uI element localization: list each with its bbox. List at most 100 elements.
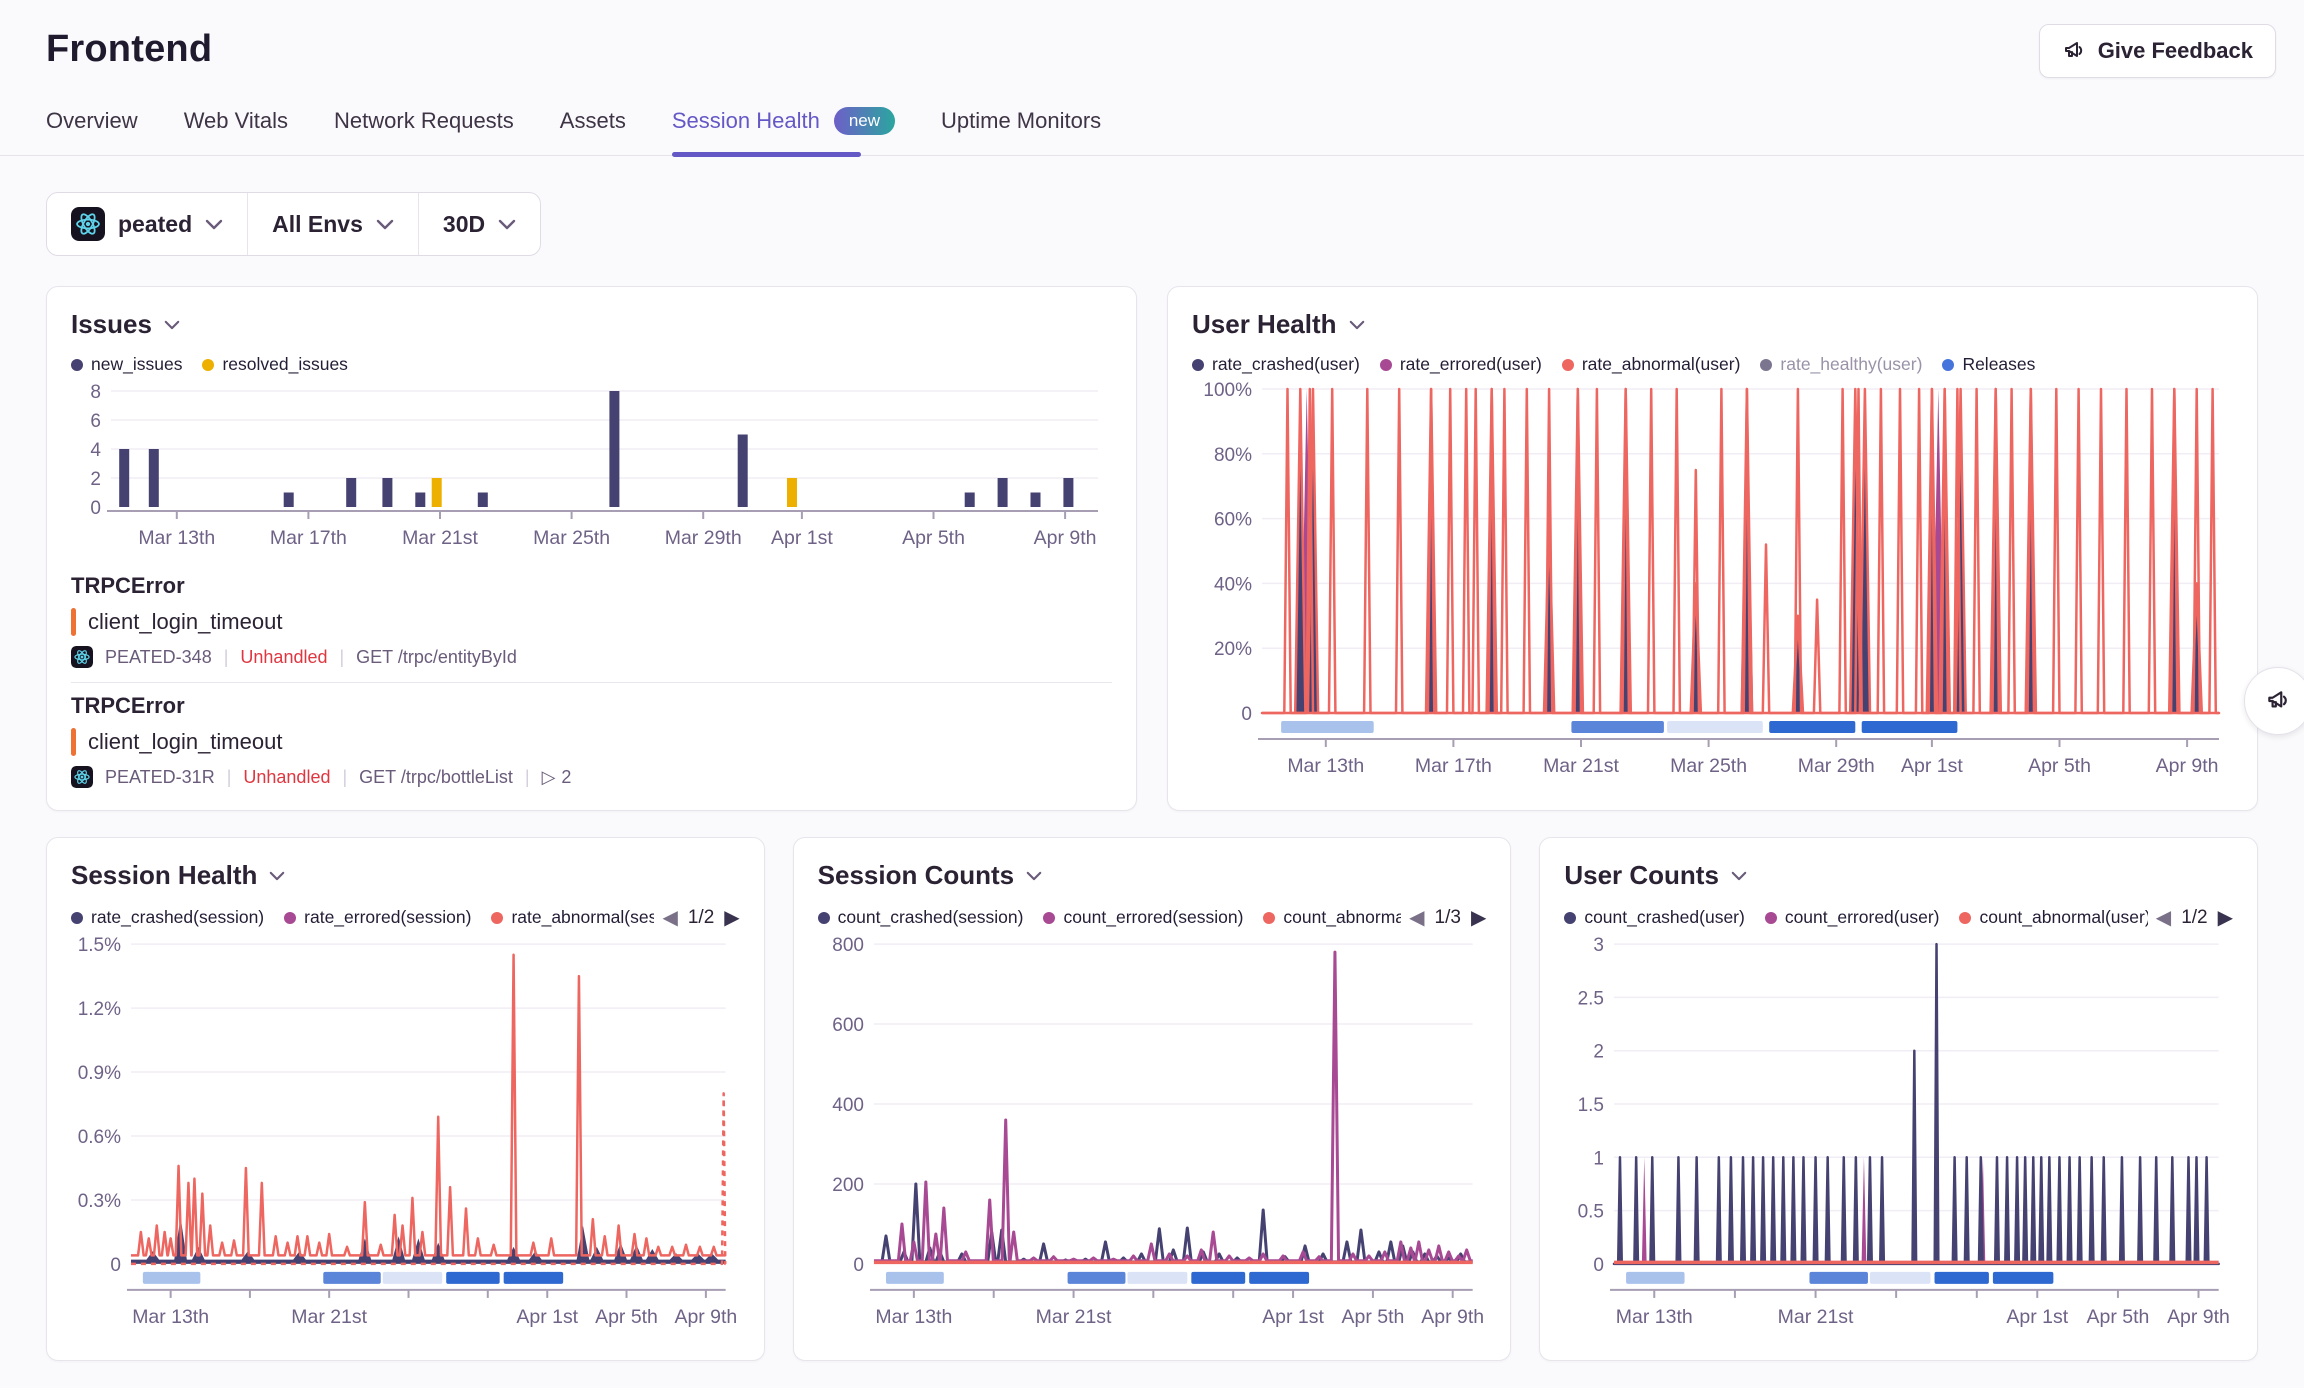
svg-text:0.3%: 0.3% — [78, 1191, 121, 1212]
legend-dot — [1564, 912, 1576, 924]
tab-overview[interactable]: Overview — [46, 107, 138, 155]
legend-rate-crashed-user[interactable]: rate_crashed(user) — [1192, 354, 1360, 375]
svg-text:Mar 17th: Mar 17th — [270, 527, 347, 549]
legend-rate-abnormal-user[interactable]: rate_abnormal(user) — [1562, 354, 1741, 375]
legend-resolved-issues[interactable]: resolved_issues — [202, 354, 347, 375]
legend-releases[interactable]: Releases — [1942, 354, 2035, 375]
legend-rate-abnormal-session[interactable]: rate_abnormal(session) — [491, 907, 654, 928]
pager-next-icon[interactable]: ▶ — [1471, 905, 1486, 930]
user-health-chart[interactable]: 020%40%60%80%100%Mar 13thMar 17thMar 21s… — [1192, 379, 2233, 779]
pager-next-icon[interactable]: ▶ — [724, 905, 739, 930]
svg-text:Mar 13th: Mar 13th — [138, 527, 215, 549]
issue-type[interactable]: TRPCError — [71, 573, 1112, 599]
svg-text:400: 400 — [832, 1095, 864, 1116]
issue-row[interactable]: TRPCError client_login_timeout PEATED-34… — [71, 563, 1112, 682]
legend-dot — [71, 912, 83, 924]
legend-dot — [1380, 359, 1392, 371]
pager-page: 1/2 — [2181, 907, 2207, 929]
tab-bar: Overview Web Vitals Network Requests Ass… — [0, 71, 2304, 156]
svg-text:Mar 13th: Mar 13th — [1287, 755, 1364, 777]
session-counts-panel-title[interactable]: Session Counts — [818, 860, 1487, 891]
legend-rate-errored-session[interactable]: rate_errored(session) — [284, 907, 471, 928]
page-header: Frontend Give Feedback — [0, 0, 2304, 71]
svg-text:40%: 40% — [1214, 574, 1252, 595]
svg-text:Mar 17th: Mar 17th — [1415, 755, 1492, 777]
issues-panel: Issues new_issues resolved_issues 02468M… — [46, 286, 1137, 811]
legend-rate-errored-user[interactable]: rate_errored(user) — [1380, 354, 1542, 375]
user-counts-panel: User Counts count_crashed(user) count_er… — [1539, 837, 2258, 1361]
svg-text:1: 1 — [1594, 1148, 1605, 1169]
svg-text:Mar 21st: Mar 21st — [291, 1306, 367, 1328]
svg-text:Apr 1st: Apr 1st — [2007, 1306, 2069, 1328]
project-selector[interactable]: peated — [47, 193, 247, 255]
svg-text:0: 0 — [1241, 704, 1252, 725]
chevron-down-icon — [1349, 320, 1365, 330]
svg-text:Mar 13th: Mar 13th — [1616, 1306, 1693, 1328]
svg-text:0.9%: 0.9% — [78, 1063, 121, 1084]
svg-text:Mar 13th: Mar 13th — [132, 1306, 209, 1328]
legend-count-abnormal-user[interactable]: count_abnormal(user) — [1959, 907, 2147, 928]
svg-text:Mar 29th: Mar 29th — [1798, 755, 1875, 777]
issue-replay-count[interactable]: ▷ 2 — [542, 767, 572, 788]
legend-count-crashed-user[interactable]: count_crashed(user) — [1564, 907, 1745, 928]
legend-count-errored-session[interactable]: count_errored(session) — [1043, 907, 1243, 928]
feedback-fab[interactable] — [2244, 667, 2304, 735]
give-feedback-button[interactable]: Give Feedback — [2039, 24, 2276, 78]
tab-uptime-monitors[interactable]: Uptime Monitors — [941, 107, 1101, 155]
error-level-bar — [71, 728, 76, 756]
legend-dot — [1562, 359, 1574, 371]
svg-text:0: 0 — [110, 1255, 121, 1276]
legend-count-errored-user[interactable]: count_errored(user) — [1765, 907, 1940, 928]
pager-page: 1/2 — [688, 907, 714, 929]
svg-text:800: 800 — [832, 935, 864, 956]
svg-text:600: 600 — [832, 1015, 864, 1036]
tab-web-vitals[interactable]: Web Vitals — [184, 107, 288, 155]
user-health-panel: User Health rate_crashed(user) rate_erro… — [1167, 286, 2258, 811]
svg-text:0: 0 — [90, 498, 101, 519]
svg-text:60%: 60% — [1214, 510, 1252, 531]
legend-rate-healthy-user[interactable]: rate_healthy(user) — [1760, 354, 1922, 375]
user-counts-panel-title[interactable]: User Counts — [1564, 860, 2233, 891]
legend-dot — [1942, 359, 1954, 371]
svg-text:1.5%: 1.5% — [78, 935, 121, 956]
svg-text:Apr 5th: Apr 5th — [902, 527, 965, 549]
user-counts-legend: count_crashed(user) count_errored(user) … — [1564, 907, 2147, 928]
pager-prev-icon[interactable]: ◀ — [2156, 905, 2171, 930]
session-counts-chart[interactable]: 0200400600800Mar 13thMar 21stApr 1stApr … — [818, 934, 1487, 1330]
legend-count-crashed-session[interactable]: count_crashed(session) — [818, 907, 1024, 928]
user-health-legend: rate_crashed(user) rate_errored(user) ra… — [1192, 354, 2233, 375]
filter-bar: peated All Envs 30D — [46, 192, 541, 256]
page-title: Frontend — [46, 28, 2258, 71]
pager-prev-icon[interactable]: ◀ — [1409, 905, 1424, 930]
svg-text:0.6%: 0.6% — [78, 1127, 121, 1148]
tab-network-requests[interactable]: Network Requests — [334, 107, 514, 155]
user-health-panel-title[interactable]: User Health — [1192, 309, 2233, 340]
legend-new-issues[interactable]: new_issues — [71, 354, 182, 375]
give-feedback-label: Give Feedback — [2098, 38, 2253, 64]
issue-message: client_login_timeout — [88, 729, 282, 755]
session-health-panel-title[interactable]: Session Health — [71, 860, 740, 891]
pager-next-icon[interactable]: ▶ — [2218, 905, 2233, 930]
pager-prev-icon[interactable]: ◀ — [662, 905, 677, 930]
legend-dot — [1263, 912, 1275, 924]
issue-type[interactable]: TRPCError — [71, 693, 1112, 719]
session-health-chart[interactable]: 00.3%0.6%0.9%1.2%1.5%Mar 13thMar 21stApr… — [71, 934, 740, 1330]
issues-bar-chart[interactable]: 02468Mar 13thMar 17thMar 21stMar 25thMar… — [71, 381, 1112, 551]
tab-session-health[interactable]: Session Health new — [672, 107, 895, 155]
legend-rate-crashed-session[interactable]: rate_crashed(session) — [71, 907, 264, 928]
issue-short-id: PEATED-31R — [105, 767, 215, 788]
chevron-down-icon — [498, 219, 516, 230]
tab-assets[interactable]: Assets — [560, 107, 626, 155]
svg-text:Apr 1st: Apr 1st — [1901, 755, 1963, 777]
svg-text:2: 2 — [1594, 1042, 1605, 1063]
period-selector[interactable]: 30D — [418, 193, 540, 255]
user-counts-chart[interactable]: 00.511.522.53Mar 13thMar 21stApr 1stApr … — [1564, 934, 2233, 1330]
legend-count-abnormal-session[interactable]: count_abnormal(session) — [1263, 907, 1401, 928]
issue-transaction: GET /trpc/entityById — [356, 647, 517, 668]
svg-text:Mar 25th: Mar 25th — [1670, 755, 1747, 777]
environment-selector[interactable]: All Envs — [247, 193, 418, 255]
issue-row[interactable]: TRPCError client_login_timeout PEATED-31… — [71, 682, 1112, 802]
react-icon — [71, 207, 105, 241]
svg-text:Apr 9th: Apr 9th — [674, 1306, 737, 1328]
issues-panel-title[interactable]: Issues — [71, 309, 1112, 340]
